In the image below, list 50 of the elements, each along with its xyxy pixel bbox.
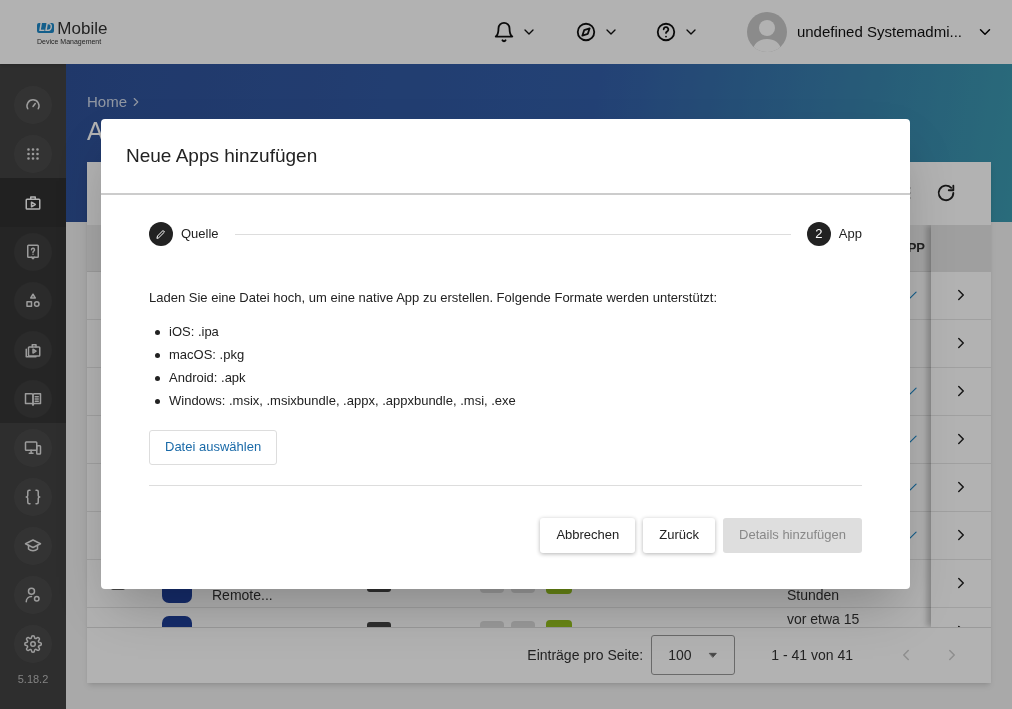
user-settings-icon — [24, 585, 42, 604]
sidebar-item[interactable] — [14, 232, 52, 271]
choose-file-button[interactable]: Datei auswählen — [149, 429, 278, 465]
avatar — [746, 12, 787, 52]
compass-icon — [574, 21, 597, 43]
dialog-button[interactable]: Abbrechen — [540, 517, 636, 553]
bullet-icon — [155, 398, 160, 404]
briefcase-icon — [24, 193, 42, 212]
table-cell-text: vor etwa 15 — [787, 609, 860, 627]
step-indicator: 2 — [806, 222, 831, 246]
description-text: Laden Sie eine Datei hoch, um eine native App zu erstellen. Folgende Formate werden unterstützt: — [149, 289, 718, 307]
help-icon — [654, 21, 677, 43]
settings-icon — [24, 634, 42, 653]
question-icon — [24, 242, 42, 261]
list-item: Android: .apk — [169, 369, 246, 388]
sidebar-item[interactable] — [14, 624, 52, 663]
page-size-label: Einträge pro Seite: — [527, 645, 644, 665]
sidebar-item[interactable] — [14, 281, 52, 320]
devices-icon — [24, 438, 42, 457]
bullet-icon — [155, 352, 160, 358]
user-menu-button[interactable]: undefined Systemadmi... — [746, 8, 994, 56]
sidebar-item[interactable] — [14, 526, 52, 565]
sidebar-item[interactable] — [14, 134, 52, 173]
pencil-icon — [155, 228, 167, 240]
sidebar-item[interactable] — [14, 85, 52, 124]
dialog-title: Neue Apps hinzufügen — [101, 119, 910, 195]
dialog-button[interactable]: Zurück — [643, 517, 716, 553]
sidebar-item[interactable] — [14, 428, 52, 467]
list-item: Windows: .msix, .msixbundle, .appx, .appxbundle, .msi, .exe — [169, 392, 516, 411]
list-item: macOS: .pkg — [169, 346, 245, 365]
page-range: 1 - 41 von 41 — [771, 645, 853, 665]
sidebar-item[interactable] — [14, 379, 52, 418]
version-label: 5.18.2 — [16, 671, 50, 687]
page-size-select[interactable]: 100 — [651, 635, 736, 675]
shapes-icon — [24, 291, 42, 310]
list-item: iOS: .ipa — [169, 323, 219, 342]
table-cell-text: Stunden — [787, 585, 840, 605]
sidebar-item[interactable] — [14, 575, 52, 614]
sidebar-item[interactable] — [14, 477, 52, 516]
sidebar-item[interactable] — [14, 330, 52, 369]
bullet-icon — [155, 329, 160, 335]
braces-icon — [24, 487, 42, 506]
step-label: Quelle — [181, 225, 219, 244]
step-label: App — [838, 225, 862, 244]
bell-icon — [492, 21, 515, 43]
app-name: Remote... — [212, 585, 273, 605]
breadcrumb-link[interactable]: Home — [87, 91, 127, 114]
refresh-icon — [935, 182, 957, 204]
caret-down-icon — [708, 650, 719, 660]
bullet-icon — [155, 375, 160, 381]
